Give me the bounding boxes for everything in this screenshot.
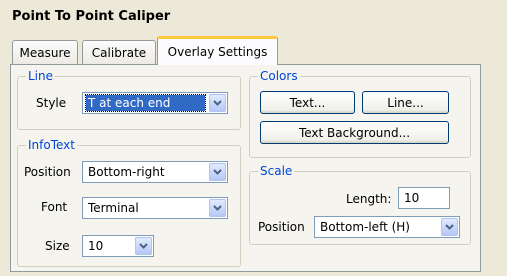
infotext-position-dropdown-button[interactable] — [209, 163, 226, 181]
length-label: Length: — [346, 192, 392, 206]
window-title: Point To Point Caliper — [12, 9, 171, 24]
scale-group: Scale Length: 10 Position Bottom-left (H… — [249, 164, 471, 245]
infotext-group-legend: InfoText — [26, 138, 77, 152]
scale-position-dropdown-button[interactable] — [441, 218, 458, 236]
chevron-down-icon — [213, 100, 222, 106]
colors-group: Colors Text... Line... Text Background..… — [249, 69, 471, 158]
infotext-position-label: Position — [24, 165, 71, 179]
scale-group-legend: Scale — [258, 164, 295, 178]
text-color-button[interactable]: Text... — [260, 91, 355, 114]
scale-position-label: Position — [258, 220, 305, 234]
chevron-down-icon — [445, 224, 454, 230]
size-dropdown-button[interactable] — [135, 237, 152, 255]
infotext-group: InfoText Position Bottom-right Font Term… — [17, 138, 241, 267]
scale-position-value: Bottom-left (H) — [320, 220, 410, 234]
tab-calibrate[interactable]: Calibrate — [82, 40, 156, 64]
font-select[interactable]: Terminal — [82, 197, 228, 219]
size-select-value: 10 — [88, 239, 104, 253]
text-background-color-button[interactable]: Text Background... — [260, 121, 449, 144]
line-group: Line Style T at each end — [17, 69, 241, 130]
style-select[interactable]: T at each end — [82, 92, 228, 114]
style-dropdown-button[interactable] — [209, 94, 226, 112]
font-select-value: Terminal — [88, 201, 139, 215]
font-label: Font — [41, 200, 68, 214]
chevron-down-icon — [213, 169, 222, 175]
scale-position-select[interactable]: Bottom-left (H) — [314, 216, 460, 238]
infotext-position-value: Bottom-right — [88, 165, 165, 179]
tab-measure[interactable]: Measure — [12, 40, 78, 64]
chevron-down-icon — [139, 243, 148, 249]
line-group-legend: Line — [26, 69, 56, 83]
infotext-position-select[interactable]: Bottom-right — [82, 161, 228, 183]
size-label: Size — [45, 239, 70, 253]
font-dropdown-button[interactable] — [209, 199, 226, 217]
style-select-value: T at each end — [85, 94, 206, 112]
line-color-button[interactable]: Line... — [362, 91, 449, 114]
size-select[interactable]: 10 — [82, 235, 154, 257]
colors-group-legend: Colors — [258, 69, 300, 83]
chevron-down-icon — [213, 205, 222, 211]
overlay-settings-panel: Line Style T at each end InfoText Positi… — [10, 64, 481, 272]
tab-overlay-settings[interactable]: Overlay Settings — [157, 36, 278, 65]
style-label: Style — [36, 96, 67, 110]
length-input[interactable]: 10 — [398, 187, 450, 209]
